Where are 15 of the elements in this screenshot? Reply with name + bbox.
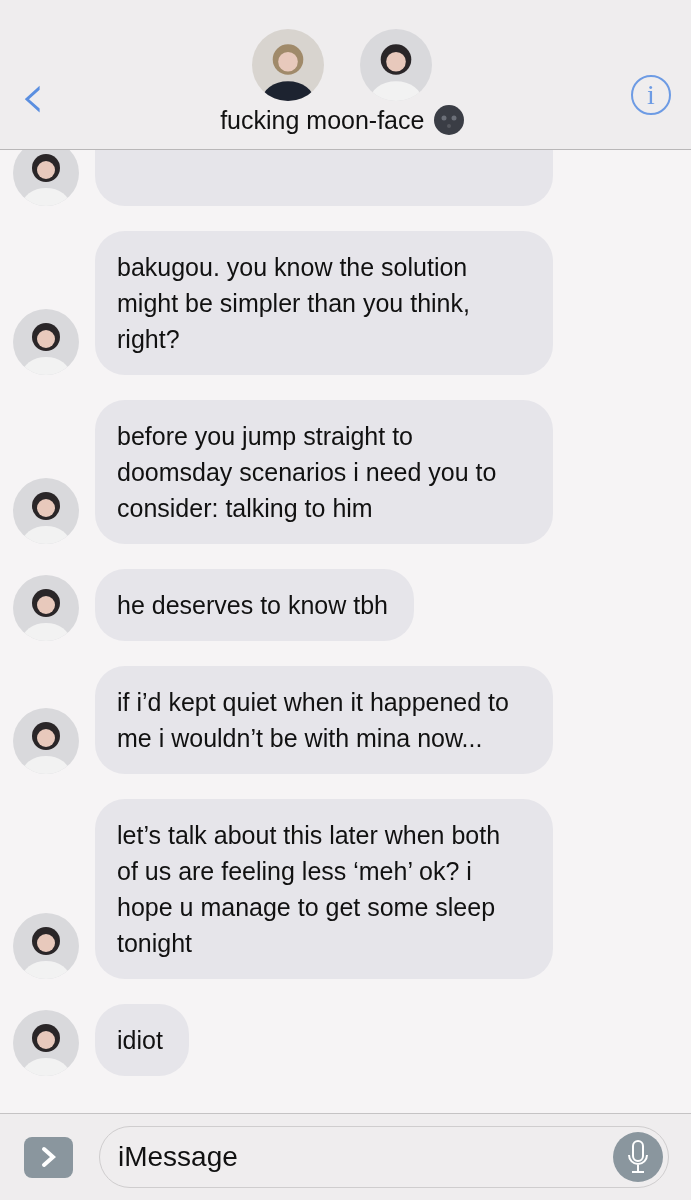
back-button[interactable]: ‹ [12,69,54,123]
chevron-icon [39,1146,58,1168]
message-bubble: bakugou. you know the solution might be simpler than you think, right? [95,231,553,375]
microphone-button[interactable] [613,1132,663,1182]
conversation-title: fucking moon-face [220,105,425,135]
message-field[interactable]: iMessage [99,1126,669,1188]
moon-face-icon [434,105,465,135]
microphone-icon [626,1139,650,1175]
message-bubble: he deserves to know tbh [95,569,414,641]
info-button[interactable]: i [631,75,671,115]
apps-button[interactable] [24,1136,73,1178]
message-bubble: before you jump straight to doomsday scenarios i need you to consider: talking to him [95,400,553,544]
message-bubble: let’s talk about this later when both of us are feeling less ‘meh’ ok? i hope u manage to get some sleep tonight [95,799,553,979]
message-bubble: idiot [95,1004,189,1076]
message-bubble: if i’d kept quiet when it happened to me i wouldn’t be with mina now... [95,666,553,774]
